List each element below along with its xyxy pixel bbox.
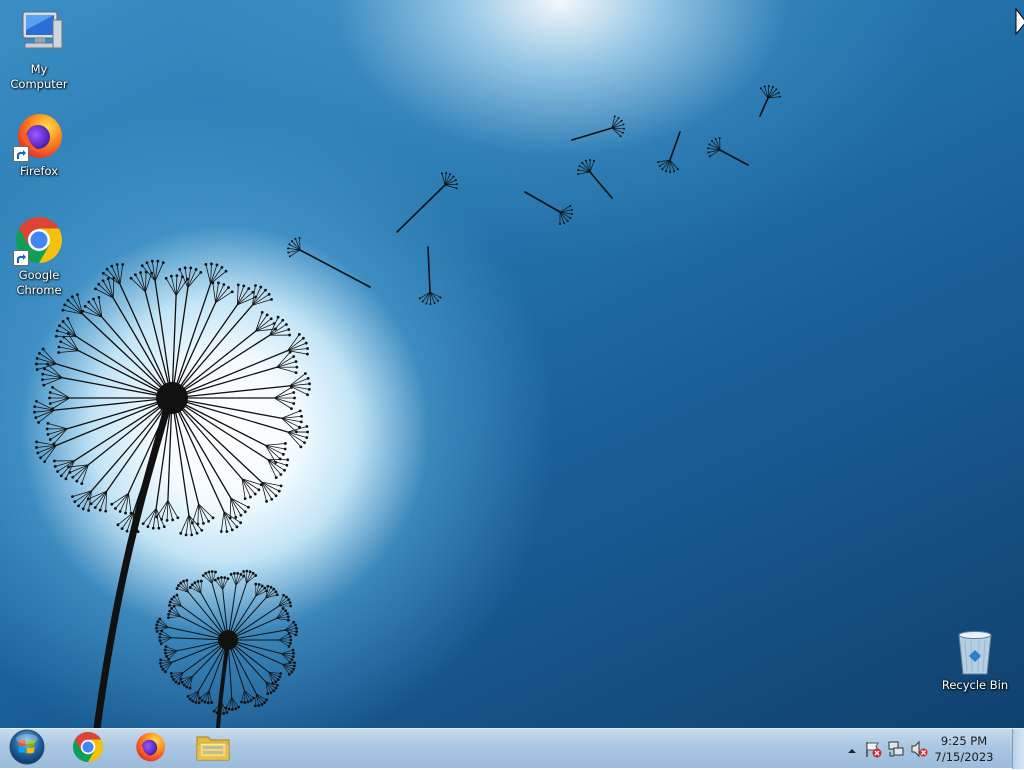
shortcut-arrow-icon bbox=[13, 146, 29, 162]
volume-muted-icon[interactable] bbox=[910, 740, 928, 758]
action-center-flag-icon[interactable] bbox=[864, 740, 882, 758]
windows-start-orb-icon bbox=[8, 728, 46, 770]
mouse-cursor-icon bbox=[1015, 8, 1024, 36]
recycle-bin-icon bbox=[949, 630, 1001, 676]
network-icon[interactable] bbox=[887, 740, 905, 758]
file-explorer-folder-icon bbox=[195, 731, 231, 767]
dandelion-wallpaper bbox=[0, 0, 1024, 728]
shortcut-arrow-icon bbox=[13, 250, 29, 266]
clock-time: 9:25 PM bbox=[928, 733, 1000, 749]
my-computer-label: My Computer bbox=[1, 62, 77, 92]
show-hidden-icons-arrow-icon[interactable] bbox=[846, 742, 858, 754]
firefox-icon bbox=[13, 110, 65, 162]
clock[interactable]: 9:25 PM 7/15/2023 bbox=[928, 733, 1000, 765]
chrome-icon bbox=[71, 730, 105, 768]
recycle-bin-desktop-icon[interactable]: Recycle Bin bbox=[937, 630, 1013, 693]
desktop[interactable]: My Computer bbox=[0, 0, 1024, 728]
my-computer-desktop-icon[interactable]: My Computer bbox=[1, 8, 77, 92]
firefox-label: Firefox bbox=[1, 164, 77, 179]
taskbar-firefox-button[interactable] bbox=[122, 730, 178, 767]
firefox-icon bbox=[133, 730, 167, 768]
google-chrome-desktop-icon[interactable]: Google Chrome bbox=[1, 214, 77, 298]
clock-date: 7/15/2023 bbox=[928, 749, 1000, 765]
taskbar-chrome-button[interactable] bbox=[60, 730, 116, 767]
chrome-icon bbox=[13, 214, 65, 266]
system-tray: 9:25 PM 7/15/2023 bbox=[824, 729, 1024, 769]
computer-icon bbox=[13, 8, 65, 60]
recycle-bin-label: Recycle Bin bbox=[937, 678, 1013, 693]
taskbar: 9:25 PM 7/15/2023 bbox=[0, 728, 1024, 768]
taskbar-file-explorer-button[interactable] bbox=[185, 730, 241, 767]
show-desktop-button[interactable] bbox=[1012, 729, 1024, 769]
start-button[interactable] bbox=[4, 729, 50, 769]
google-chrome-label: Google Chrome bbox=[15, 268, 63, 298]
firefox-desktop-icon[interactable]: Firefox bbox=[1, 110, 77, 179]
